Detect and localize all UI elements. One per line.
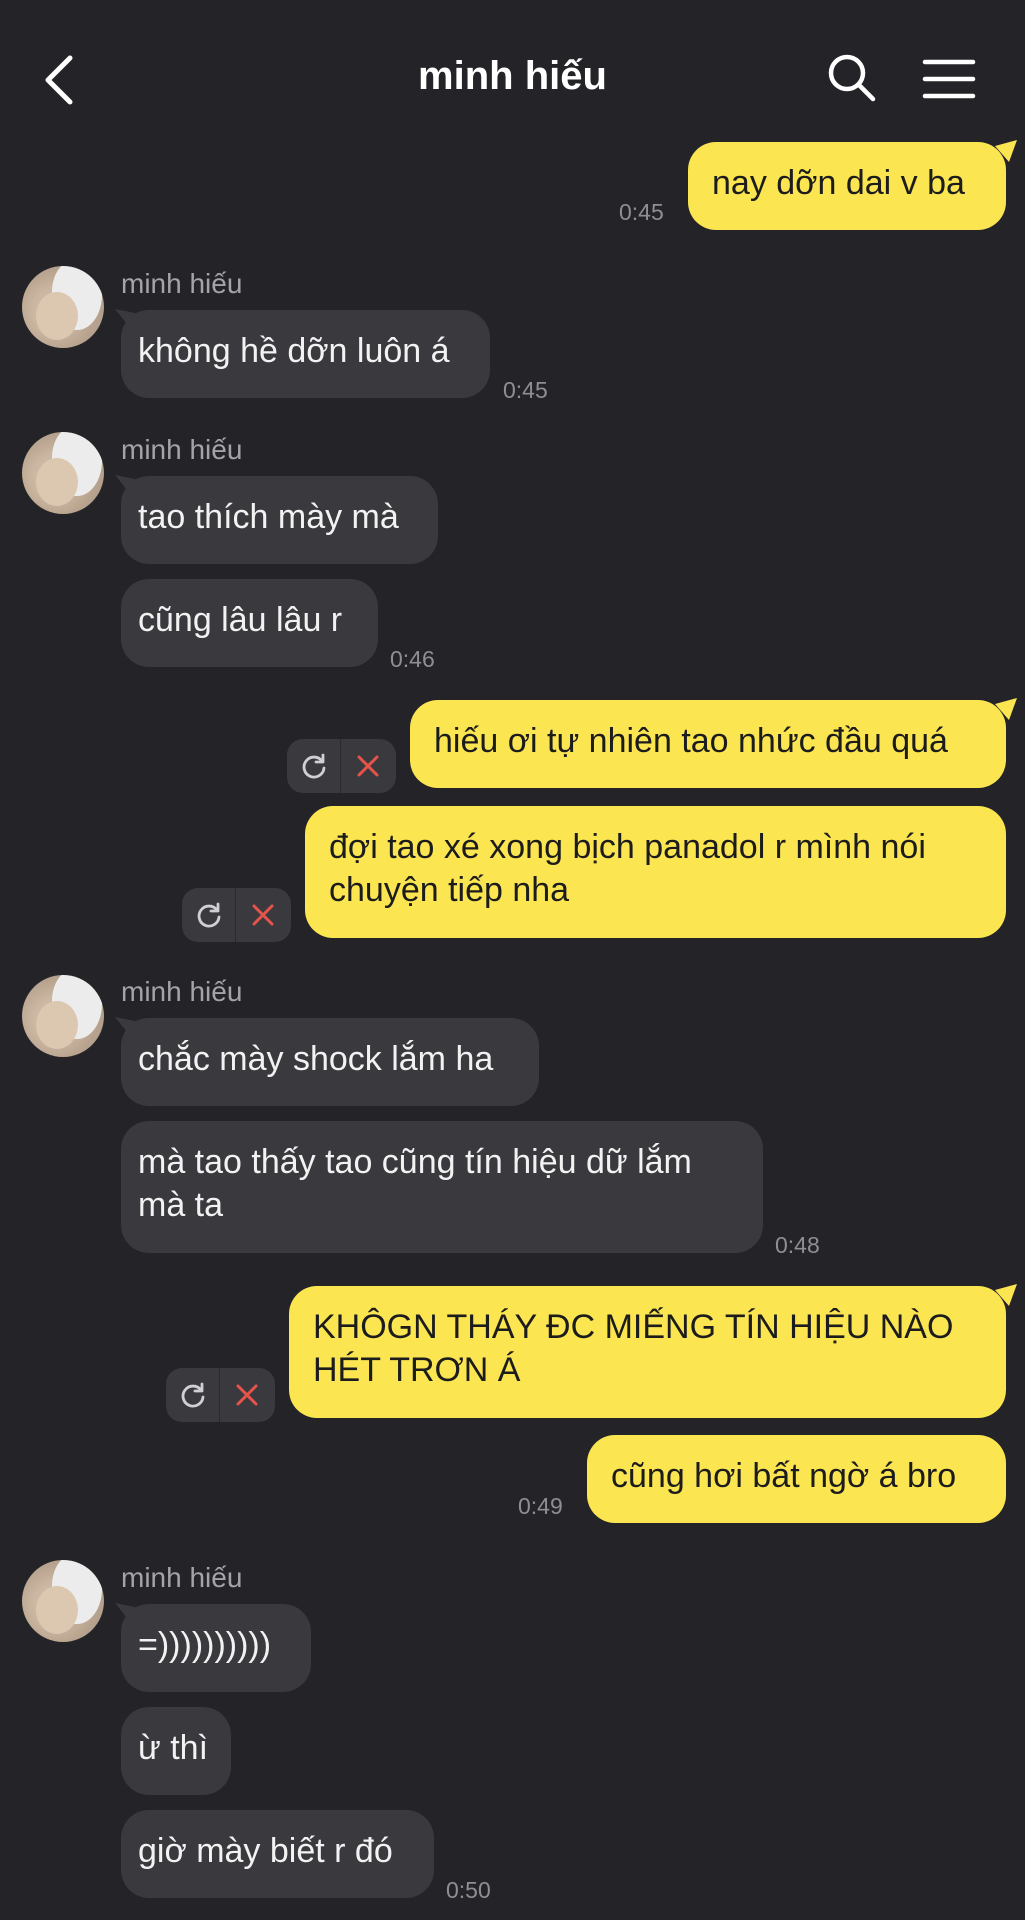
refresh-icon bbox=[197, 902, 220, 928]
outgoing-message[interactable]: KHÔGN THÁY ĐC MIẾNG TÍN HIỆU NÀO HÉT TRƠ… bbox=[289, 1286, 1006, 1418]
message-time: 0:49 bbox=[518, 1493, 563, 1519]
message-time: 0:48 bbox=[775, 1232, 820, 1258]
retry-button[interactable] bbox=[182, 888, 235, 942]
hamburger-menu-icon bbox=[922, 59, 976, 99]
failed-message-actions bbox=[182, 888, 291, 942]
message-time: 0:46 bbox=[390, 646, 435, 672]
sender-name: minh hiếu bbox=[121, 1562, 243, 1593]
delete-button[interactable] bbox=[220, 1368, 273, 1422]
outgoing-message[interactable]: cũng hơi bất ngờ á bro bbox=[587, 1435, 1006, 1523]
incoming-message[interactable]: =)))))))))) bbox=[121, 1604, 311, 1692]
avatar[interactable] bbox=[22, 432, 104, 514]
sender-name: minh hiếu bbox=[121, 976, 243, 1007]
chat-header: minh hiếu bbox=[0, 0, 1025, 150]
incoming-message[interactable]: không hề dỡn luôn á bbox=[121, 310, 490, 398]
retry-button[interactable] bbox=[287, 739, 340, 793]
close-icon bbox=[357, 755, 378, 777]
avatar[interactable] bbox=[22, 975, 104, 1057]
outgoing-message[interactable]: hiếu ơi tự nhiên tao nhức đầu quá bbox=[410, 700, 1006, 788]
bubble-tail bbox=[995, 140, 1017, 162]
outgoing-message[interactable]: nay dỡn dai v ba bbox=[688, 142, 1006, 230]
incoming-message[interactable]: chắc mày shock lắm ha bbox=[121, 1018, 539, 1106]
bubble-tail bbox=[995, 698, 1017, 720]
outgoing-message[interactable]: đợi tao xé xong bịch panadol r mình nói … bbox=[305, 806, 1006, 938]
message-time: 0:45 bbox=[503, 377, 548, 403]
sender-name: minh hiếu bbox=[121, 434, 243, 465]
incoming-message[interactable]: ừ thì bbox=[121, 1707, 231, 1795]
refresh-icon bbox=[302, 753, 325, 779]
chat-screen: minh hiếu 0:45 nay dỡn dai v ba minh hiế… bbox=[0, 0, 1025, 1920]
search-button[interactable] bbox=[826, 52, 878, 104]
search-icon bbox=[828, 54, 876, 102]
avatar[interactable] bbox=[22, 1560, 104, 1642]
avatar[interactable] bbox=[22, 266, 104, 348]
failed-message-actions bbox=[166, 1368, 275, 1422]
close-icon bbox=[252, 904, 273, 926]
menu-button[interactable] bbox=[922, 58, 976, 102]
message-time: 0:50 bbox=[446, 1877, 491, 1903]
incoming-message[interactable]: tao thích mày mà bbox=[121, 476, 438, 564]
incoming-message[interactable]: mà tao thấy tao cũng tín hiệu dữ lắm mà … bbox=[121, 1121, 763, 1253]
delete-button[interactable] bbox=[236, 888, 289, 942]
delete-button[interactable] bbox=[341, 739, 394, 793]
sender-name: minh hiếu bbox=[121, 268, 243, 299]
retry-button[interactable] bbox=[166, 1368, 219, 1422]
close-icon bbox=[236, 1384, 257, 1406]
message-time: 0:45 bbox=[619, 199, 664, 225]
incoming-message[interactable]: giờ mày biết r đó bbox=[121, 1810, 434, 1898]
bubble-tail bbox=[995, 1284, 1017, 1306]
refresh-icon bbox=[181, 1382, 204, 1408]
failed-message-actions bbox=[287, 739, 396, 793]
incoming-message[interactable]: cũng lâu lâu r bbox=[121, 579, 378, 667]
